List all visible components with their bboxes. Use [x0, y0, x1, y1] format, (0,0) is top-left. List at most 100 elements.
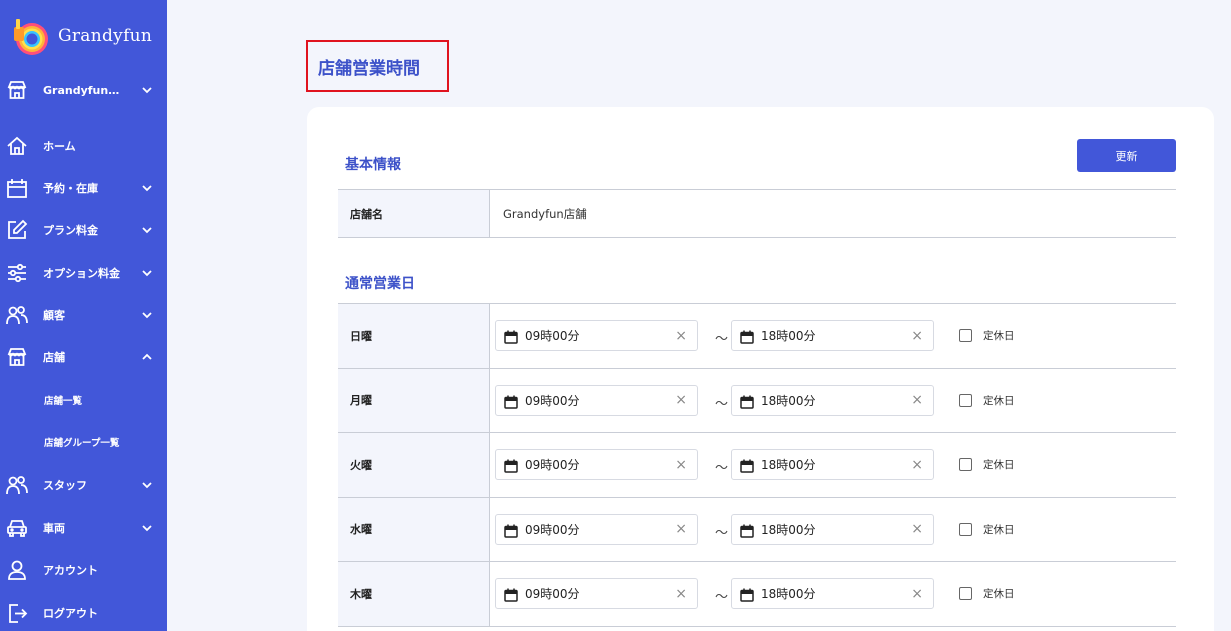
calendar-icon: [504, 523, 518, 538]
table-row: 火曜 09時00分 × 〜 18時00分 × 定休日: [338, 433, 1176, 498]
table-row: 木曜 09時00分 × 〜 18時00分 × 定休日: [338, 562, 1176, 627]
end-time-input[interactable]: 18時00分 ×: [731, 320, 934, 351]
app-logo[interactable]: Grandyfun: [10, 14, 152, 58]
home-icon: [6, 135, 28, 157]
calendar-icon: [504, 587, 518, 602]
clear-icon[interactable]: ×: [911, 393, 923, 407]
holiday-checkbox[interactable]: [959, 458, 972, 471]
sidebar-item-label: アカウント: [43, 564, 98, 577]
chevron-down-icon: [140, 521, 154, 535]
sidebar-item-reservations[interactable]: 予約・在庫: [0, 172, 167, 204]
end-time-value: 18時00分: [761, 587, 816, 601]
sidebar-subitem-store-list[interactable]: 店舗一覧: [0, 386, 167, 414]
clear-icon[interactable]: ×: [911, 587, 923, 601]
clear-icon[interactable]: ×: [911, 458, 923, 472]
holiday-checkbox[interactable]: [959, 522, 972, 536]
calendar-icon: [504, 458, 518, 473]
day-label: 月曜: [338, 368, 490, 432]
sidebar-item-label: 車両: [43, 522, 65, 535]
range-separator: 〜: [715, 332, 729, 347]
clear-icon[interactable]: ×: [911, 522, 923, 536]
sidebar-item-plans[interactable]: プラン料金: [0, 214, 167, 246]
sidebar-item-label: プラン料金: [43, 224, 98, 237]
holiday-label: 定休日: [983, 523, 1015, 536]
page-title: 店舗営業時間: [318, 58, 420, 79]
edit-icon: [6, 219, 28, 241]
chevron-down-icon: [140, 266, 154, 280]
store-selector-label: Grandyfun…: [43, 83, 120, 97]
end-time-value: 18時00分: [761, 522, 816, 537]
sidebar-item-label: ログアウト: [43, 607, 98, 620]
calendar-icon: [740, 523, 754, 538]
end-time-input[interactable]: 18時00分 ×: [731, 449, 934, 480]
calendar-icon: [740, 394, 754, 409]
sidebar-item-staff[interactable]: スタッフ: [0, 469, 167, 501]
store-name-label: 店舗名: [338, 190, 490, 237]
holiday-label: 定休日: [983, 330, 1015, 342]
end-time-input[interactable]: 18時00分 ×: [731, 384, 934, 416]
end-time-input[interactable]: 18時00分 ×: [731, 578, 934, 609]
calendar-icon: [504, 329, 518, 344]
store-selector[interactable]: Grandyfun…: [0, 74, 167, 106]
start-time-value: 09時00分: [525, 393, 580, 408]
business-days-title: 通常営業日: [345, 276, 415, 292]
sidebar-item-stores[interactable]: 店舗: [0, 341, 167, 373]
grandyfun-logo-icon: [10, 15, 52, 57]
end-time-value: 18時00分: [761, 329, 816, 343]
store-icon: [6, 79, 28, 101]
start-time-input[interactable]: 09時00分 ×: [495, 449, 698, 480]
clear-icon[interactable]: ×: [911, 329, 923, 343]
sidebar-item-home[interactable]: ホーム: [0, 130, 167, 162]
clear-icon[interactable]: ×: [675, 522, 687, 536]
sidebar-subitem-store-group-list[interactable]: 店舗グループ一覧: [0, 428, 167, 456]
clear-icon[interactable]: ×: [675, 458, 687, 472]
table-row: 店舗名 Grandyfun店舗: [338, 190, 1176, 238]
table-row: 月曜 09時00分 × 〜 18時00分 × 定休日: [338, 368, 1176, 433]
end-time-input[interactable]: 18時00分 ×: [731, 513, 934, 545]
end-time-value: 18時00分: [761, 393, 816, 408]
range-separator: 〜: [715, 396, 729, 412]
update-button[interactable]: 更新: [1077, 139, 1176, 172]
logout-icon: [6, 602, 28, 624]
sidebar-item-logout[interactable]: ログアウト: [0, 597, 167, 629]
sidebar-subitem-label: 店舗一覧: [44, 396, 83, 407]
sidebar-item-options[interactable]: オプション料金: [0, 257, 167, 289]
page-title-highlight: 店舗営業時間: [306, 40, 449, 92]
sidebar-item-customers[interactable]: 顧客: [0, 299, 167, 331]
holiday-label: 定休日: [983, 588, 1015, 600]
chevron-up-icon: [140, 350, 154, 364]
start-time-input[interactable]: 09時00分 ×: [495, 513, 698, 545]
holiday-checkbox[interactable]: [959, 587, 972, 600]
start-time-input[interactable]: 09時00分 ×: [495, 320, 698, 351]
sidebar-item-label: 店舗: [43, 351, 65, 364]
chevron-down-icon: [140, 83, 154, 97]
sliders-icon: [6, 262, 28, 284]
chevron-down-icon: [140, 478, 154, 492]
calendar-icon: [504, 394, 518, 409]
sidebar-item-vehicles[interactable]: 車両: [0, 512, 167, 544]
chevron-down-icon: [140, 181, 154, 195]
clear-icon[interactable]: ×: [675, 587, 687, 601]
clear-icon[interactable]: ×: [675, 329, 687, 343]
holiday-label: 定休日: [983, 394, 1015, 407]
start-time-input[interactable]: 09時00分 ×: [495, 578, 698, 609]
users-icon: [6, 474, 28, 496]
holiday-checkbox[interactable]: [959, 393, 972, 407]
holiday-checkbox[interactable]: [959, 329, 972, 342]
sidebar-item-account[interactable]: アカウント: [0, 554, 167, 586]
start-time-input[interactable]: 09時00分 ×: [495, 384, 698, 416]
clear-icon[interactable]: ×: [675, 393, 687, 407]
user-icon: [6, 559, 28, 581]
day-label: 日曜: [338, 304, 490, 368]
app-name: Grandyfun: [58, 26, 153, 46]
store-icon: [6, 346, 28, 368]
range-separator: 〜: [715, 590, 729, 605]
sidebar-item-label: 予約・在庫: [43, 182, 98, 195]
start-time-value: 09時00分: [525, 587, 580, 601]
start-time-value: 09時00分: [525, 522, 580, 537]
day-label: 水曜: [338, 497, 490, 561]
table-row: 日曜 09時00分 × 〜 18時00分 × 定休日: [338, 304, 1176, 369]
users-icon: [6, 304, 28, 326]
sidebar-item-label: 顧客: [43, 309, 65, 322]
sidebar: Grandyfun Grandyfun… ホーム 予約・在庫 プラン料金 オプシ…: [0, 0, 167, 631]
